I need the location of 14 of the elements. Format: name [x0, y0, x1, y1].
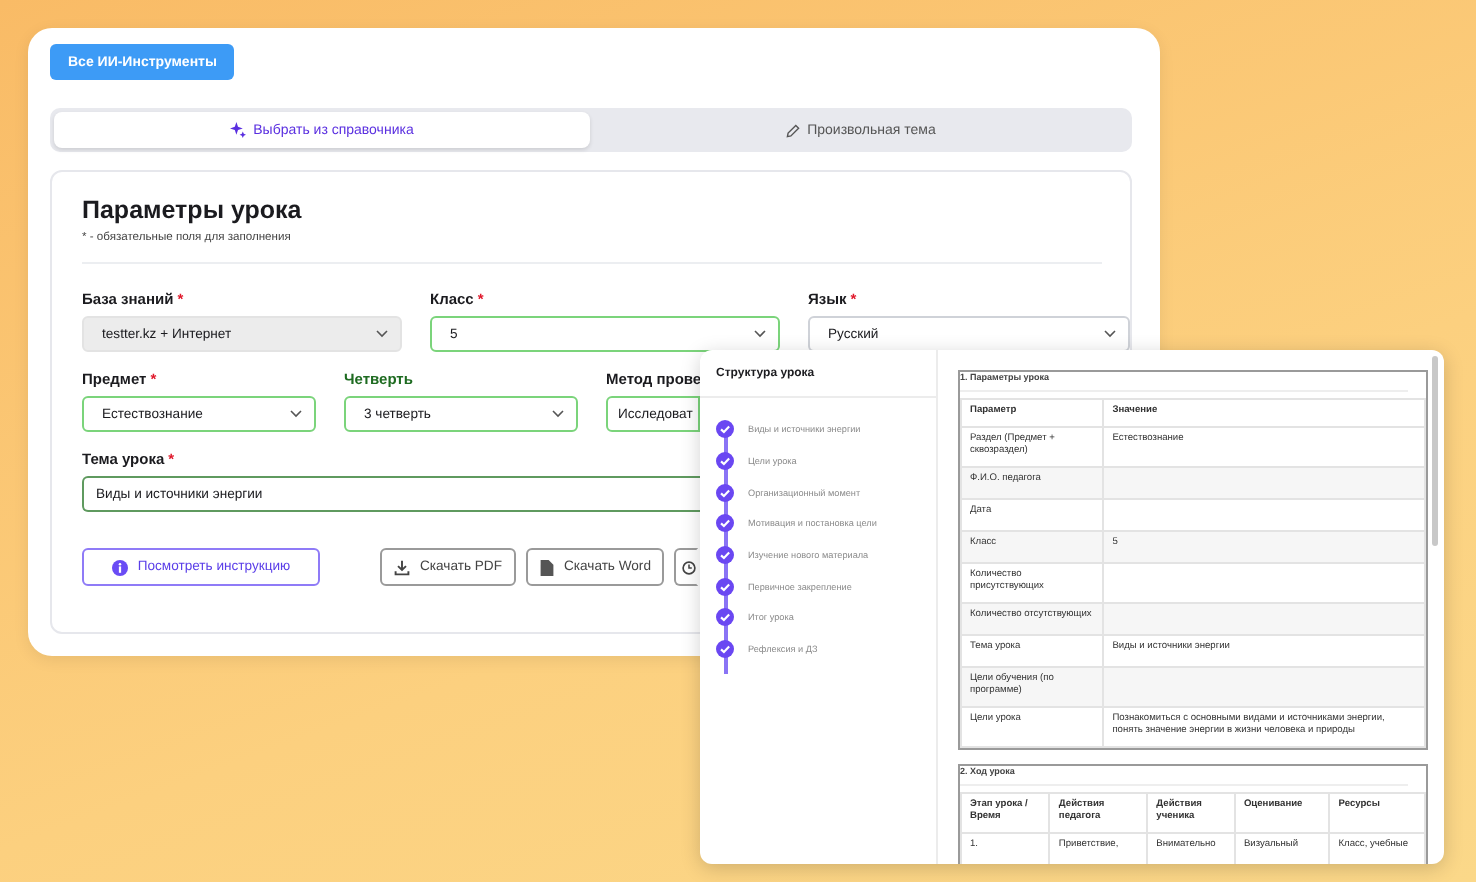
- sparkle-icon: [229, 122, 246, 138]
- download-icon: [394, 559, 410, 575]
- chevron-down-icon: [290, 410, 302, 418]
- chevron-down-icon: [754, 330, 766, 338]
- document-icon: [539, 559, 554, 575]
- scrollbar-thumb[interactable]: [1432, 356, 1438, 546]
- chevron-down-icon: [376, 330, 388, 338]
- pencil-icon: [785, 123, 800, 137]
- info-icon: [111, 559, 128, 575]
- history-button[interactable]: [674, 548, 699, 586]
- chevron-down-icon: [1104, 330, 1116, 338]
- form-title: Параметры урока: [82, 196, 304, 224]
- chevron-down-icon: [552, 410, 564, 418]
- clock-icon: [682, 559, 697, 575]
